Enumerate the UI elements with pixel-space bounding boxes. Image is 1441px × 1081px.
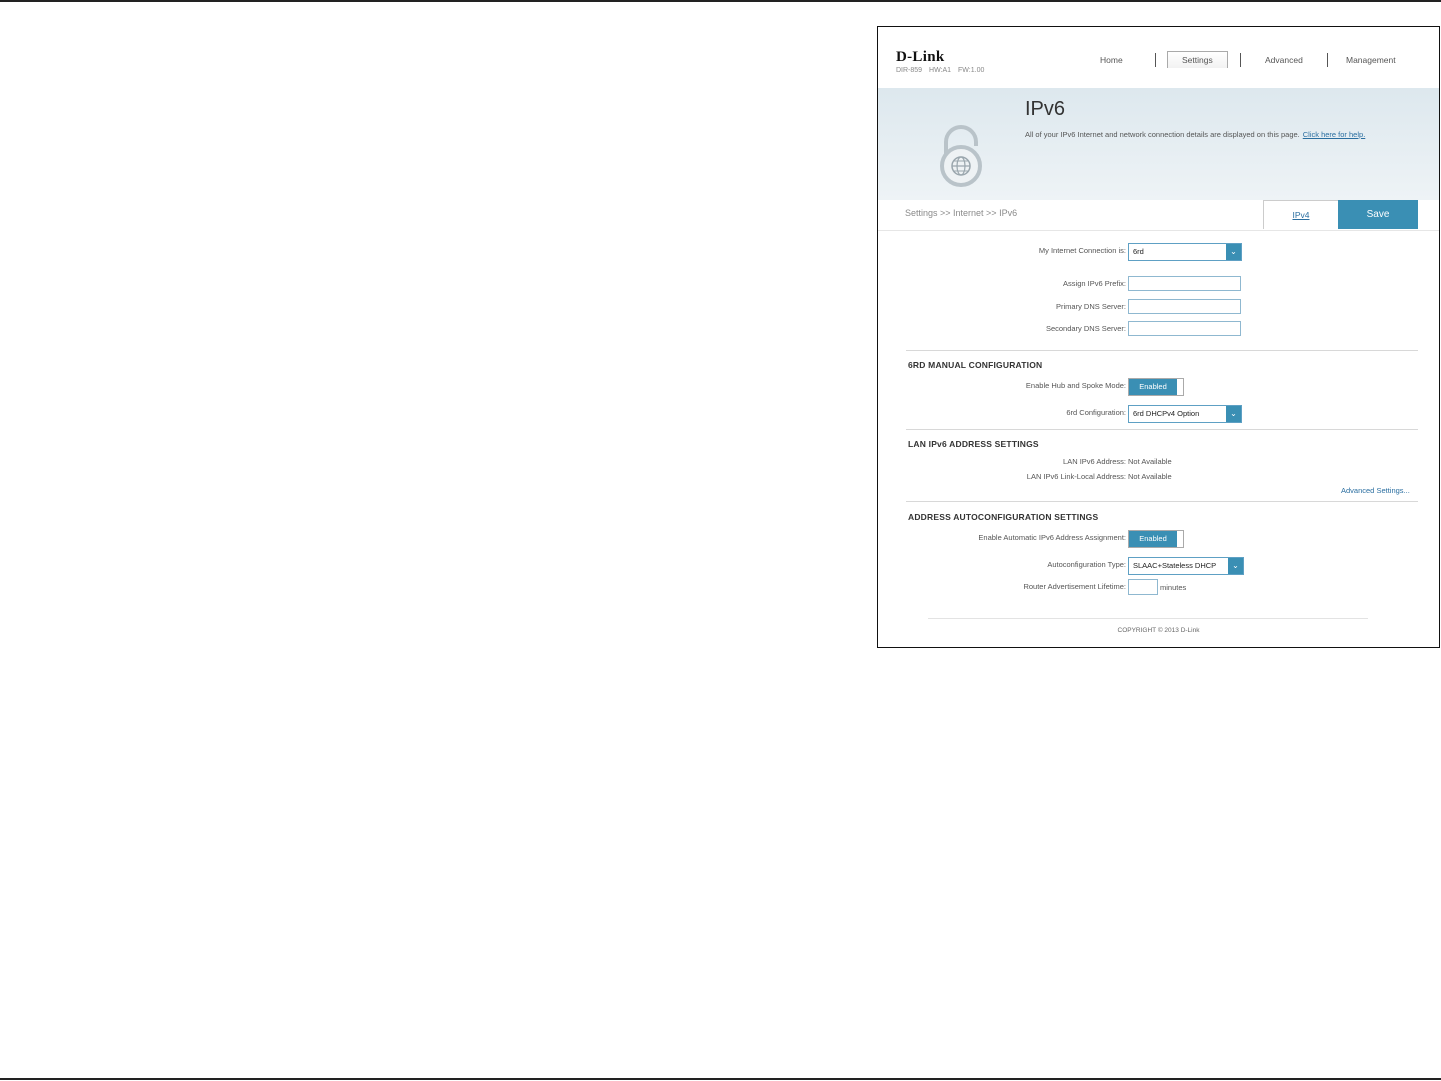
autoconfig-type-value: SLAAC+Stateless DHCP (1133, 561, 1217, 570)
ipv4-link[interactable]: IPv4 (1263, 200, 1339, 229)
auto-assign-label: Enable Automatic IPv6 Address Assignment… (978, 533, 1126, 542)
assign-prefix-row: Assign IPv6 Prefix: (878, 276, 1439, 294)
ra-lifetime-input[interactable] (1128, 579, 1158, 595)
nav-separator (1155, 53, 1156, 67)
ra-lifetime-unit: minutes (1160, 583, 1187, 592)
nav-home[interactable]: Home (1100, 55, 1123, 65)
link-local-label: LAN IPv6 Link-Local Address: (1026, 472, 1126, 481)
hub-spoke-row: Enable Hub and Spoke Mode: Enabled (878, 378, 1439, 396)
chevron-down-icon: ⌄ (1226, 244, 1241, 260)
page-bottom-rule (0, 1078, 1441, 1080)
chevron-down-icon: ⌄ (1226, 406, 1241, 422)
fw-version: FW:1.00 (958, 67, 985, 74)
model-info: DIR-859 HW:A1 FW:1.00 (896, 67, 989, 74)
nav-settings[interactable]: Settings (1167, 51, 1228, 68)
autoconfig-type-row: Autoconfiguration Type: SLAAC+Stateless … (878, 557, 1439, 575)
section-divider (906, 501, 1418, 502)
chevron-down-icon: ⌄ (1228, 558, 1243, 574)
autoconfig-type-select[interactable]: SLAAC+Stateless DHCP ⌄ (1128, 557, 1244, 575)
section-divider (906, 350, 1418, 351)
link-local-value: Not Available (1128, 472, 1172, 481)
auto-assign-toggle[interactable]: Enabled (1128, 530, 1184, 548)
copyright-footer: COPYRIGHT © 2013 D-Link (1117, 627, 1200, 634)
autoconfig-type-label: Autoconfiguration Type: (1047, 560, 1126, 569)
page-banner: IPv6 All of your IPv6 Internet and netwo… (878, 88, 1439, 200)
lan-settings-title: LAN IPv6 ADDRESS SETTINGS (908, 439, 1039, 449)
secondary-dns-input[interactable] (1128, 321, 1241, 336)
hw-version: HW:A1 (929, 67, 952, 74)
ra-lifetime-row: Router Advertisement Lifetime: minutes (878, 579, 1439, 597)
page-top-rule (0, 0, 1441, 2)
brand: D-Link DIR-859 HW:A1 FW:1.00 (896, 49, 989, 74)
connection-type-value: 6rd (1133, 247, 1144, 256)
6rd-config-row: 6rd Configuration: 6rd DHCPv4 Option ⌄ (878, 405, 1439, 423)
primary-dns-input[interactable] (1128, 299, 1241, 314)
advanced-settings-link[interactable]: Advanced Settings... (1341, 486, 1410, 495)
link-local-row: LAN IPv6 Link-Local Address: Not Availab… (878, 469, 1439, 487)
6rd-config-select[interactable]: 6rd DHCPv4 Option ⌄ (1128, 405, 1242, 423)
page-title: IPv6 (1025, 98, 1066, 120)
description-text: All of your IPv6 Internet and network co… (1025, 130, 1300, 139)
primary-dns-row: Primary DNS Server: (878, 299, 1439, 317)
auto-assign-row: Enable Automatic IPv6 Address Assignment… (878, 530, 1439, 548)
page-description: All of your IPv6 Internet and network co… (1025, 130, 1365, 139)
breadcrumb-bar: Settings >> Internet >> IPv6 IPv4 Save (878, 200, 1439, 231)
breadcrumb: Settings >> Internet >> IPv6 (905, 208, 1018, 218)
assign-prefix-label: Assign IPv6 Prefix: (1063, 279, 1126, 288)
hub-spoke-toggle[interactable]: Enabled (1128, 378, 1184, 396)
nav-separator (1327, 53, 1328, 67)
ipv6-lock-icon (940, 125, 982, 187)
assign-prefix-input[interactable] (1128, 276, 1241, 291)
secondary-dns-label: Secondary DNS Server: (1045, 324, 1126, 333)
6rd-config-value: 6rd DHCPv4 Option (1133, 409, 1200, 418)
manual-config-title: 6RD MANUAL CONFIGURATION (908, 360, 1043, 370)
ra-lifetime-label: Router Advertisement Lifetime: (1023, 582, 1126, 591)
help-link[interactable]: Click here for help. (1303, 130, 1366, 139)
autoconfig-title: ADDRESS AUTOCONFIGURATION SETTINGS (908, 512, 1099, 522)
connection-type-label: My Internet Connection is: (1038, 246, 1126, 255)
save-button[interactable]: Save (1338, 200, 1418, 229)
section-divider (906, 429, 1418, 430)
lan-address-label: LAN IPv6 Address: (1063, 457, 1126, 466)
hub-spoke-label: Enable Hub and Spoke Mode: (1025, 381, 1126, 390)
secondary-dns-row: Secondary DNS Server: (878, 321, 1439, 339)
connection-type-row: My Internet Connection is: 6rd ⌄ (878, 243, 1439, 261)
nav-advanced[interactable]: Advanced (1265, 55, 1303, 65)
hub-spoke-toggle-state: Enabled (1129, 379, 1177, 395)
model-name: DIR-859 (896, 67, 923, 74)
footer-divider (928, 618, 1368, 619)
connection-type-select[interactable]: 6rd ⌄ (1128, 243, 1242, 261)
lan-address-value: Not Available (1128, 457, 1172, 466)
nav-separator (1240, 53, 1241, 67)
6rd-config-label: 6rd Configuration: (1066, 408, 1126, 417)
dlink-logo: D-Link (896, 49, 945, 65)
router-ui-screenshot: D-Link DIR-859 HW:A1 FW:1.00 Home Settin… (877, 26, 1440, 648)
auto-assign-toggle-state: Enabled (1129, 531, 1177, 547)
nav-management[interactable]: Management (1346, 55, 1396, 65)
primary-dns-label: Primary DNS Server: (1055, 302, 1126, 311)
